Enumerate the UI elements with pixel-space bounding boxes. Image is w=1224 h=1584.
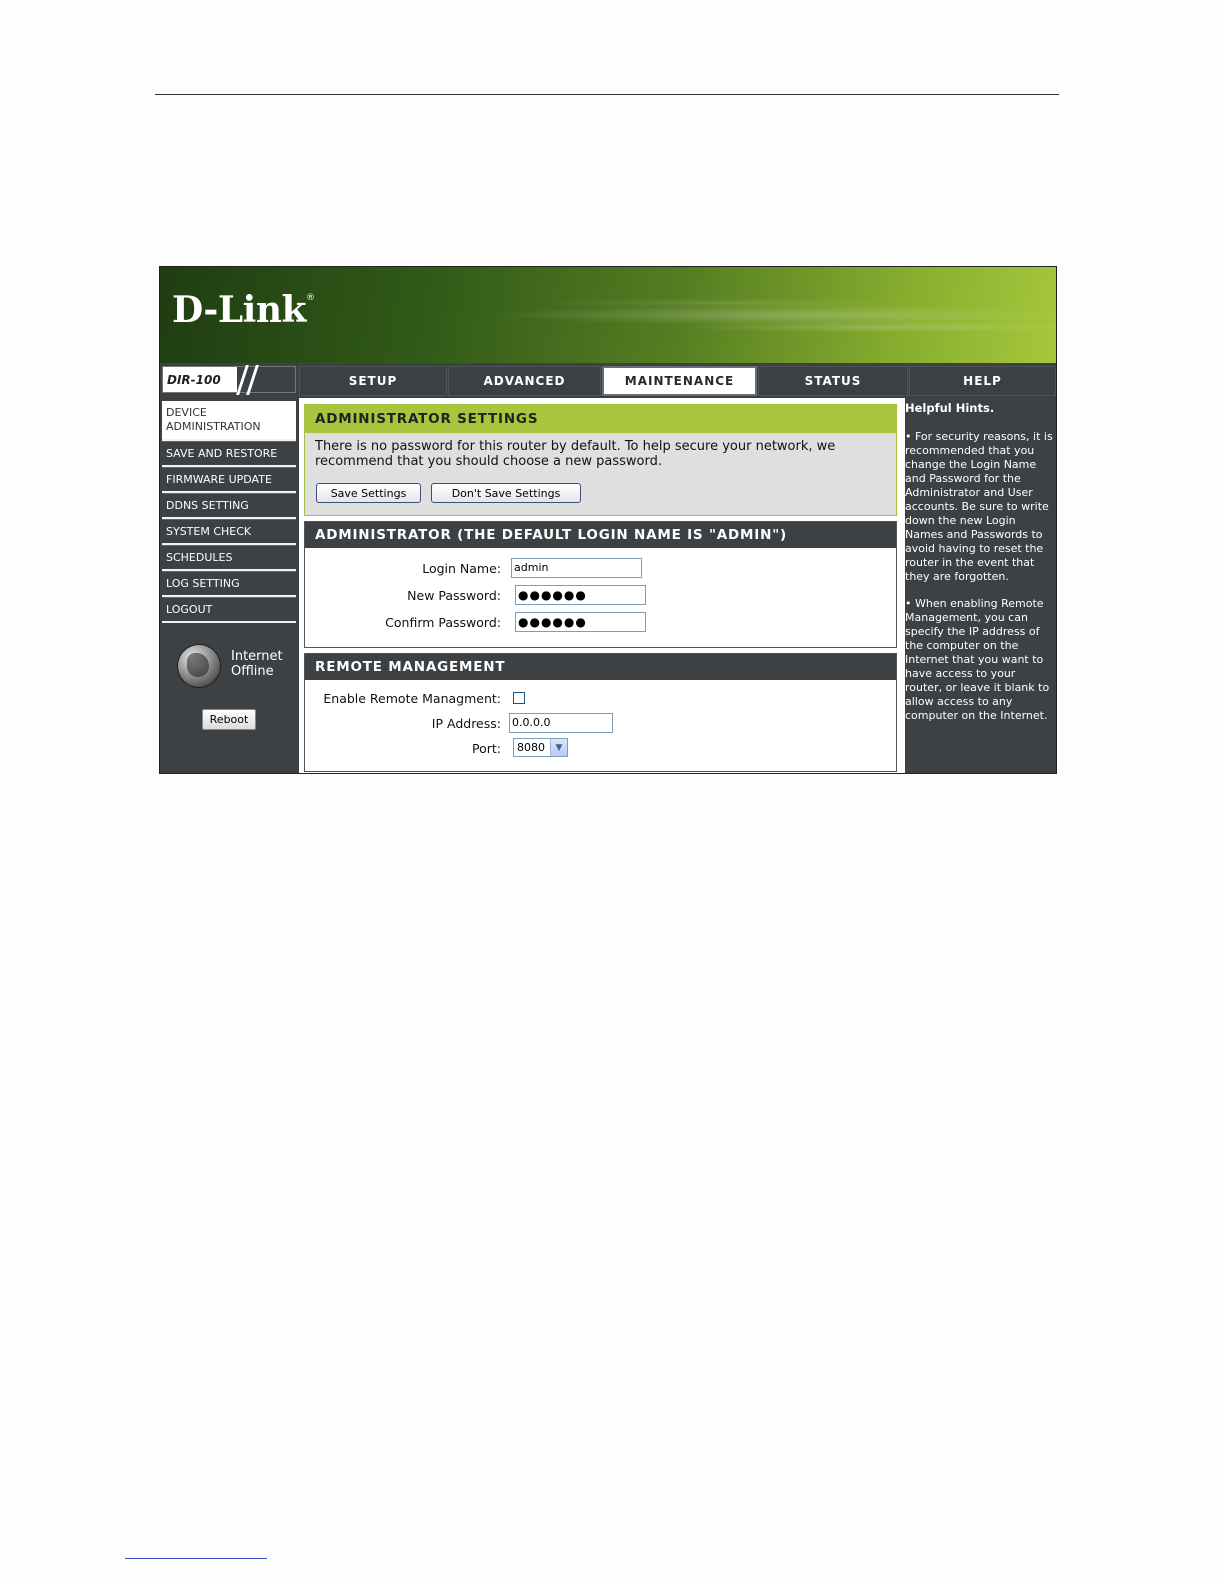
sidebar-item-device-administration[interactable]: DEVICE ADMINISTRATION xyxy=(162,401,296,441)
brand-banner: D-Link® xyxy=(160,267,1056,363)
login-name-label: Login Name: xyxy=(422,561,501,576)
status-line-offline: Offline xyxy=(231,664,274,679)
new-password-input[interactable]: ●●●●●● xyxy=(515,585,646,605)
reboot-button[interactable]: Reboot xyxy=(202,709,256,730)
tab-setup[interactable]: SETUP xyxy=(299,366,447,396)
dont-save-settings-button[interactable]: Don't Save Settings xyxy=(431,483,581,503)
registered-mark: ® xyxy=(305,293,315,303)
model-badge: DIR-100 xyxy=(162,365,296,395)
sidebar-item-logout[interactable]: LOGOUT xyxy=(162,597,296,623)
status-line-internet: Internet xyxy=(231,649,283,664)
sidebar-item-log-setting[interactable]: LOG SETTING xyxy=(162,571,296,597)
sidebar-item-save-and-restore[interactable]: SAVE AND RESTORE xyxy=(162,441,296,467)
login-name-input[interactable]: admin xyxy=(511,558,642,578)
enable-remote-label: Enable Remote Managment: xyxy=(323,691,501,706)
confirm-password-label: Confirm Password: xyxy=(385,615,501,630)
port-select[interactable]: 8080 ▼ xyxy=(513,738,568,757)
main-content: ADMINISTRATOR SETTINGS There is no passw… xyxy=(299,398,905,773)
new-password-label: New Password: xyxy=(407,588,501,603)
hint-remote-management: • When enabling Remote Management, you c… xyxy=(905,597,1050,722)
dlink-logo: D-Link® xyxy=(172,289,315,331)
internet-status: Internet Offline xyxy=(174,645,294,695)
helpful-hints-panel: Helpful Hints. • For security reasons, i… xyxy=(905,398,1056,773)
administrator-settings-intro: There is no password for this router by … xyxy=(315,439,836,469)
sidebar-item-schedules[interactable]: SCHEDULES xyxy=(162,545,296,571)
router-admin-screenshot: D-Link® DIR-100 SETUP ADVANCED MAINTENAN… xyxy=(159,266,1057,774)
chevron-down-icon[interactable]: ▼ xyxy=(550,739,567,756)
tab-advanced[interactable]: ADVANCED xyxy=(448,366,601,396)
port-select-value: 8080 xyxy=(517,741,545,754)
page-footer-rule xyxy=(125,1558,267,1559)
administrator-settings-panel: ADMINISTRATOR SETTINGS There is no passw… xyxy=(304,404,897,516)
sidebar-item-ddns-setting[interactable]: DDNS SETTING xyxy=(162,493,296,519)
internet-status-text: Internet Offline xyxy=(231,649,283,679)
helpful-hints-title: Helpful Hints. xyxy=(905,401,995,415)
sidebar-item-firmware-update[interactable]: FIRMWARE UPDATE xyxy=(162,467,296,493)
tab-maintenance[interactable]: MAINTENANCE xyxy=(602,366,757,396)
sidebar-item-system-check[interactable]: SYSTEM CHECK xyxy=(162,519,296,545)
model-slashes xyxy=(236,365,295,395)
sidebar: DEVICE ADMINISTRATION SAVE AND RESTORE F… xyxy=(160,398,298,773)
ip-address-label: IP Address: xyxy=(431,716,501,731)
administrator-panel-title: ADMINISTRATOR (THE DEFAULT LOGIN NAME IS… xyxy=(305,522,896,548)
save-settings-button[interactable]: Save Settings xyxy=(316,483,421,503)
ip-address-input[interactable]: 0.0.0.0 xyxy=(509,713,613,733)
port-label: Port: xyxy=(472,741,501,756)
top-tab-bar: DIR-100 SETUP ADVANCED MAINTENANCE STATU… xyxy=(160,363,1056,397)
tab-help[interactable]: HELP xyxy=(909,366,1056,396)
administrator-panel: ADMINISTRATOR (THE DEFAULT LOGIN NAME IS… xyxy=(304,521,897,648)
administrator-settings-title: ADMINISTRATOR SETTINGS xyxy=(305,405,896,433)
remote-management-title: REMOTE MANAGEMENT xyxy=(305,654,896,680)
enable-remote-checkbox[interactable] xyxy=(513,692,525,704)
remote-management-panel: REMOTE MANAGEMENT Enable Remote Managmen… xyxy=(304,653,897,772)
tab-status[interactable]: STATUS xyxy=(758,366,908,396)
confirm-password-input[interactable]: ●●●●●● xyxy=(515,612,646,632)
hint-security: • For security reasons, it is recommende… xyxy=(905,430,1053,583)
globe-icon xyxy=(178,645,220,687)
model-label: DIR-100 xyxy=(167,373,221,387)
page-header-rule xyxy=(155,94,1059,95)
